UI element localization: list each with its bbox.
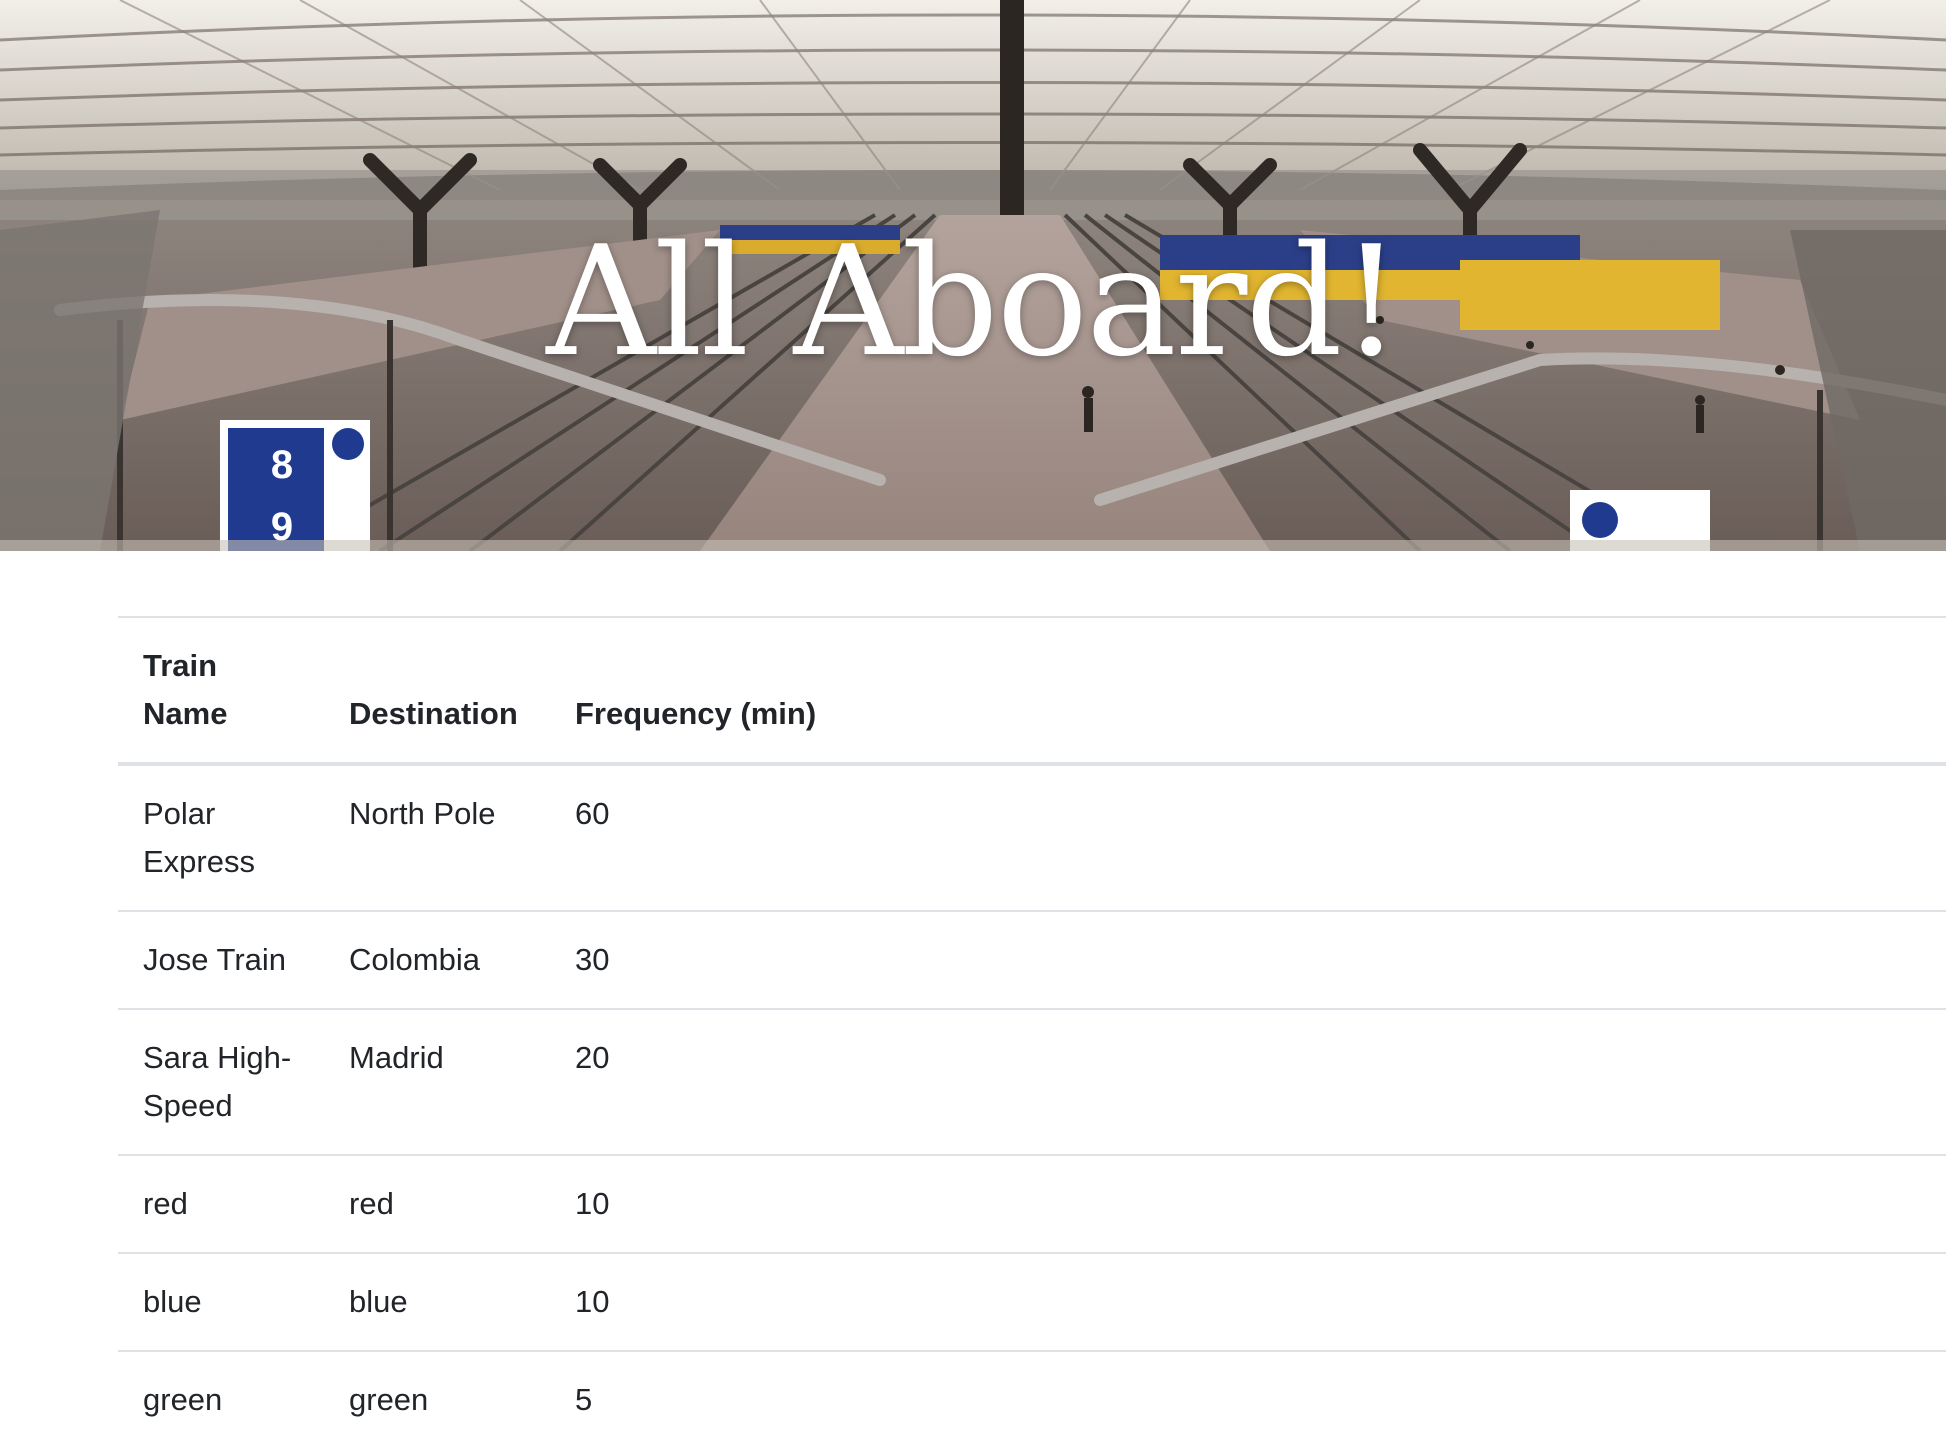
cell-frequency: 60	[550, 763, 1946, 911]
platform-number-8: 8	[271, 443, 293, 487]
cell-frequency: 10	[550, 1154, 1946, 1253]
cell-train-name: green	[118, 1350, 324, 1448]
train-schedule-section: Train Name Destination Frequency (min) P…	[118, 616, 1946, 1448]
cell-destination: Colombia	[324, 910, 550, 1009]
column-header-frequency: Frequency (min)	[550, 616, 1946, 766]
cell-train-name: red	[118, 1154, 324, 1253]
page-title: All Aboard!	[546, 213, 1402, 390]
cell-train-name: blue	[118, 1252, 324, 1351]
cell-destination: blue	[324, 1252, 550, 1351]
table-header-row: Train Name Destination Frequency (min)	[118, 616, 1946, 766]
table-row: Sara High-Speed Madrid 20	[118, 1008, 1946, 1155]
table-row: red red 10	[118, 1154, 1946, 1253]
cell-train-name: Polar Express	[118, 763, 324, 911]
table-body: Polar Express North Pole 60 Jose Train C…	[118, 763, 1946, 1448]
cell-frequency: 20	[550, 1008, 1946, 1155]
column-header-train-name: Train Name	[118, 616, 324, 766]
cell-train-name: Sara High-Speed	[118, 1008, 324, 1155]
cell-destination: Madrid	[324, 1008, 550, 1155]
cell-destination: green	[324, 1350, 550, 1448]
table-row: Jose Train Colombia 30	[118, 910, 1946, 1009]
column-header-destination: Destination	[324, 616, 550, 766]
cell-train-name: Jose Train	[118, 910, 324, 1009]
table-row: green green 5	[118, 1350, 1946, 1448]
cell-destination: red	[324, 1154, 550, 1253]
cell-destination: North Pole	[324, 763, 550, 911]
hero-banner: 8 9 All Aboard!	[0, 0, 1946, 551]
table-row: Polar Express North Pole 60	[118, 763, 1946, 911]
cell-frequency: 5	[550, 1350, 1946, 1448]
table-row: blue blue 10	[118, 1252, 1946, 1351]
cell-frequency: 10	[550, 1252, 1946, 1351]
train-schedule-table: Train Name Destination Frequency (min) P…	[118, 616, 1946, 1448]
cell-frequency: 30	[550, 910, 1946, 1009]
table-header: Train Name Destination Frequency (min)	[118, 616, 1946, 766]
